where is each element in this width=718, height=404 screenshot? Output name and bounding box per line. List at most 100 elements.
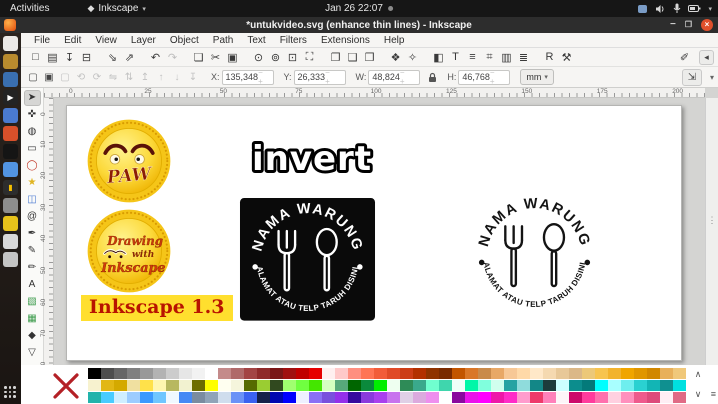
palette-swatch[interactable] (595, 380, 608, 391)
palette-swatch[interactable] (595, 368, 608, 379)
deselect-icon[interactable]: ▢ (57, 72, 73, 83)
warung-logo-dark[interactable]: NAMA WARUNG ALAMAT ATAU TELP TARUH DISIN… (238, 198, 377, 322)
zoom-selection-icon[interactable]: ⊙ (250, 51, 267, 64)
palette-menu-button[interactable]: ≡ (711, 389, 716, 399)
star-tool[interactable]: ★ (24, 175, 41, 191)
dock-app-graphics[interactable] (3, 72, 18, 87)
palette-swatch[interactable] (400, 368, 413, 379)
find-replace-icon[interactable]: R (541, 51, 558, 63)
lower-bottom-icon[interactable]: ↧ (185, 72, 201, 83)
app-menu-button[interactable]: ◆ Inkscape ▾ (87, 3, 145, 14)
palette-swatch[interactable] (543, 392, 556, 403)
palette-swatch[interactable] (166, 392, 179, 403)
window-title-bar[interactable]: *untukvideo.svg (enhance thin lines) - I… (0, 17, 718, 33)
palette-swatch[interactable] (452, 368, 465, 379)
palette-swatch[interactable] (634, 392, 647, 403)
selector-tool[interactable]: ➤ (24, 90, 41, 106)
palette-swatch[interactable] (413, 380, 426, 391)
palette-swatch[interactable] (426, 380, 439, 391)
palette-swatch[interactable] (257, 392, 270, 403)
palette-swatch[interactable] (114, 368, 127, 379)
palette-swatch[interactable] (283, 368, 296, 379)
palette-swatch[interactable] (348, 368, 361, 379)
inkscape-version-caption[interactable]: Inkscape 1.3 (81, 295, 233, 321)
unit-dropdown[interactable]: mm ▾ (520, 69, 554, 85)
select-all-icon[interactable]: ▢ (25, 72, 41, 83)
palette-swatch[interactable] (322, 368, 335, 379)
palette-swatch[interactable] (660, 380, 673, 391)
dock-app-document-2[interactable] (3, 252, 18, 267)
palette-swatch[interactable] (634, 368, 647, 379)
export-icon[interactable]: ⇗ (121, 51, 138, 64)
palette-swatch[interactable] (504, 392, 517, 403)
palette-swatch[interactable] (595, 392, 608, 403)
document-page[interactable]: PAW Drawing with Inkscape Inkscape 1.3 i… (66, 105, 682, 361)
palette-swatch[interactable] (361, 392, 374, 403)
redo-icon[interactable]: ↷ (164, 51, 181, 64)
zoom-fit-icon[interactable]: ⛶ (301, 51, 318, 64)
dock-app-gray[interactable] (3, 198, 18, 213)
palette-swatch[interactable] (166, 368, 179, 379)
palette-swatch[interactable] (387, 368, 400, 379)
menu-object[interactable]: Object (163, 35, 206, 46)
palette-swatch[interactable] (556, 368, 569, 379)
palette-swatch[interactable] (491, 392, 504, 403)
palette-swatch[interactable] (153, 380, 166, 391)
undo-icon[interactable]: ↶ (147, 51, 164, 64)
layers-dialog-icon[interactable]: ≣ (515, 51, 532, 64)
mesh-gradient-tool[interactable]: ▦ (24, 311, 41, 327)
palette-swatch[interactable] (569, 392, 582, 403)
palette-swatch[interactable] (244, 380, 257, 391)
duplicate-icon[interactable]: ❐ (327, 51, 344, 64)
palette-swatch[interactable] (400, 380, 413, 391)
dock-app-gold[interactable] (3, 54, 18, 69)
cut-icon[interactable]: ✂ (207, 51, 224, 64)
palette-scroll-down-button[interactable]: ∨ (692, 389, 704, 400)
palette-swatch[interactable] (647, 380, 660, 391)
vertical-ruler[interactable]: 01020304050607080 (44, 98, 54, 365)
menu-edit[interactable]: Edit (57, 35, 88, 46)
raise-top-icon[interactable]: ↥ (137, 72, 153, 83)
group-icon[interactable]: ❖ (387, 51, 404, 64)
palette-swatch[interactable] (140, 368, 153, 379)
palette-swatch[interactable] (478, 368, 491, 379)
calligraphy-tool[interactable]: ✏ (24, 260, 41, 276)
palette-swatch[interactable] (322, 392, 335, 403)
menu-extensions[interactable]: Extensions (314, 35, 377, 46)
text-tool[interactable]: A (24, 277, 41, 293)
palette-swatch[interactable] (647, 392, 660, 403)
transform-settings-button[interactable]: ⇲ (682, 69, 702, 86)
palette-swatch[interactable] (192, 392, 205, 403)
palette-swatch[interactable] (478, 380, 491, 391)
palette-swatch[interactable] (374, 380, 387, 391)
menu-filters[interactable]: Filters (273, 35, 314, 46)
show-applications-button[interactable] (3, 385, 17, 399)
palette-swatch[interactable] (257, 380, 270, 391)
palette-swatch[interactable] (322, 380, 335, 391)
palette-swatch[interactable] (205, 380, 218, 391)
x-input[interactable]: 135,348 − + (222, 70, 274, 85)
palette-swatch[interactable] (309, 380, 322, 391)
activities-button[interactable]: Activities (0, 3, 59, 14)
palette-swatch[interactable] (127, 368, 140, 379)
palette-swatch[interactable] (543, 368, 556, 379)
palette-swatch[interactable] (231, 368, 244, 379)
palette-swatch[interactable] (296, 380, 309, 391)
palette-swatch[interactable] (309, 368, 322, 379)
gradient-tool[interactable]: ▧ (24, 294, 41, 310)
palette-swatch[interactable] (374, 368, 387, 379)
palette-swatch[interactable] (634, 380, 647, 391)
palette-swatch[interactable] (335, 380, 348, 391)
dock-app-files[interactable] (3, 36, 18, 51)
copy-icon[interactable]: ❏ (190, 51, 207, 64)
palette-swatch[interactable] (517, 380, 530, 391)
palette-swatch[interactable] (608, 368, 621, 379)
object-properties-icon[interactable]: ≡ (464, 51, 481, 63)
palette-swatch[interactable] (244, 392, 257, 403)
palette-swatch[interactable] (309, 392, 322, 403)
menu-path[interactable]: Path (206, 35, 241, 46)
palette-swatch[interactable] (88, 392, 101, 403)
palette-swatch[interactable] (673, 380, 686, 391)
palette-swatch[interactable] (400, 392, 413, 403)
palette-swatch[interactable] (205, 392, 218, 403)
